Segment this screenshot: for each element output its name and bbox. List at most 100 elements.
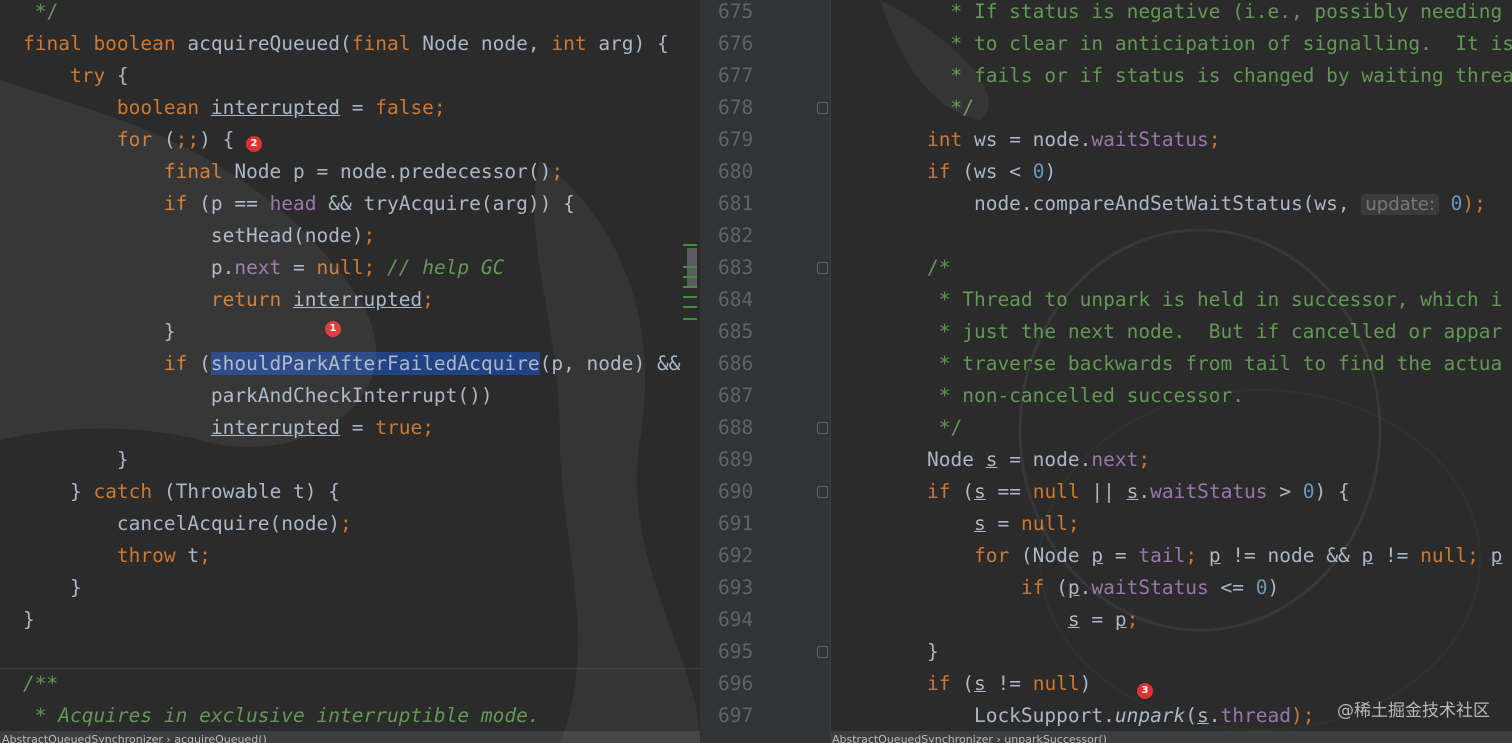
code-token: )	[1267, 576, 1280, 599]
left-scroll-change-marker	[683, 286, 697, 288]
code-token: * non-cancelled successor.	[927, 384, 1244, 407]
code-line[interactable]: * just the next node. But if cancelled o…	[927, 316, 1503, 348]
code-token: (p, node) &&	[539, 352, 681, 375]
code-line[interactable]: /**	[23, 668, 58, 700]
line-number: 676	[718, 32, 754, 55]
code-line[interactable]: cancelAcquire(node);	[23, 508, 352, 540]
right-breadcrumb[interactable]: AbstractQueuedSynchronizer › unparkSucce…	[830, 731, 1512, 743]
line-number: 685	[718, 320, 754, 343]
code-line[interactable]: parkAndCheckInterrupt())	[23, 380, 493, 412]
code-token: }	[23, 480, 94, 503]
code-line[interactable]: LockSupport.unpark(s.thread);	[927, 700, 1315, 732]
code-token: if	[23, 352, 200, 375]
code-token: (	[199, 352, 211, 375]
code-token: }	[23, 576, 82, 599]
code-token: waitStatus	[1091, 576, 1209, 599]
code-line[interactable]: }	[23, 572, 82, 604]
code-token: s	[1126, 480, 1139, 503]
gutter-separator	[830, 0, 831, 743]
code-token: node.compareAndSetWaitStatus(ws,	[927, 192, 1362, 215]
code-token: != node &&	[1220, 544, 1362, 567]
code-line[interactable]: */	[927, 92, 974, 124]
line-number: 677	[718, 64, 754, 87]
code-line[interactable]: if (ws < 0)	[927, 156, 1056, 188]
code-token: }	[23, 320, 176, 343]
code-line[interactable]: }	[23, 604, 35, 636]
code-token: =	[985, 512, 1021, 535]
left-editor-pane[interactable]: */ final boolean acquireQueued(final Node…	[0, 0, 700, 743]
line-number: 681	[718, 192, 754, 215]
code-line[interactable]: if (shouldParkAfterFailedAcquire(p, node…	[23, 348, 680, 380]
code-token: ;	[363, 256, 387, 279]
code-line[interactable]: node.compareAndSetWaitStatus(ws, update:…	[927, 188, 1486, 220]
code-line[interactable]: for (;;) {	[23, 124, 234, 156]
code-line[interactable]: if (s == null || s.waitStatus > 0) {	[927, 476, 1350, 508]
line-number: 692	[718, 544, 754, 567]
code-token: }	[23, 608, 35, 631]
code-line[interactable]: for (Node p = tail; p != node && p != nu…	[927, 540, 1502, 572]
code-line[interactable]: /*	[927, 252, 950, 284]
code-line[interactable]: try {	[23, 60, 129, 92]
code-line[interactable]: }	[23, 444, 129, 476]
code-token: =	[339, 416, 376, 439]
code-token: s	[973, 480, 986, 503]
code-line[interactable]: if (p == head && tryAcquire(arg)) {	[23, 188, 575, 220]
fold-marker-icon[interactable]	[817, 102, 828, 114]
code-line[interactable]: final Node p = node.predecessor();	[23, 156, 563, 188]
code-token: 0	[1302, 480, 1315, 503]
code-line[interactable]: * Acquires in exclusive interruptible mo…	[23, 700, 540, 732]
left-scrollbar-thumb[interactable]	[687, 248, 697, 288]
fold-marker-icon[interactable]	[817, 262, 828, 274]
line-number: 678	[718, 96, 754, 119]
code-token: head	[269, 192, 317, 215]
code-line[interactable]: * fails or if status is changed by waiti…	[927, 60, 1512, 92]
left-scroll-change-marker	[683, 244, 697, 246]
code-line[interactable]: * to clear in anticipation of signalling…	[927, 28, 1512, 60]
code-token: ;	[1126, 608, 1139, 631]
left-scroll-change-marker	[683, 318, 697, 320]
code-line[interactable]: * traverse backwards from tail to find t…	[927, 348, 1503, 380]
code-token: ;	[433, 96, 446, 119]
left-scroll-change-marker	[683, 296, 697, 298]
code-line[interactable]: * non-cancelled successor.	[927, 380, 1244, 412]
code-line[interactable]: * Thread to unpark is held in successor,…	[927, 284, 1503, 316]
code-line[interactable]: Node s = node.next;	[927, 444, 1150, 476]
code-line[interactable]: if (s != null)	[927, 668, 1091, 700]
code-line[interactable]: p.next = null; // help GC	[23, 252, 505, 284]
left-breadcrumb[interactable]: AbstractQueuedSynchronizer › acquireQueu…	[0, 731, 700, 743]
code-line[interactable]: */	[927, 412, 963, 444]
code-line[interactable]: }	[23, 316, 176, 348]
code-token: !=	[985, 672, 1033, 695]
code-token: final	[351, 32, 423, 55]
code-token: = node.	[997, 448, 1092, 471]
code-line[interactable]: boolean interrupted = false;	[23, 92, 446, 124]
code-line[interactable]: */	[23, 0, 59, 28]
code-line[interactable]: return interrupted;	[23, 284, 434, 316]
code-token: ;	[1208, 128, 1221, 151]
code-line[interactable]: final boolean acquireQueued(final Node n…	[23, 28, 669, 60]
code-line[interactable]: s = p;	[927, 604, 1138, 636]
code-line[interactable]: if (p.waitStatus <= 0)	[927, 572, 1279, 604]
line-number: 688	[718, 416, 754, 439]
code-line[interactable]: } catch (Throwable t) {	[23, 476, 340, 508]
code-line[interactable]: }	[927, 636, 939, 668]
right-editor-pane[interactable]: 675 676 677 678 679 680 681 682 683 684 685 686 687 6…	[700, 0, 1512, 743]
code-token: !=	[1373, 544, 1421, 567]
code-line[interactable]: throw t;	[23, 540, 211, 572]
code-token: */	[23, 0, 59, 23]
code-line[interactable]: * If status is negative (i.e., possibly …	[927, 0, 1502, 28]
code-token: null	[1032, 672, 1080, 695]
code-line[interactable]: s = null;	[927, 508, 1080, 540]
code-token: 0	[1438, 192, 1463, 215]
watermark-text: @稀土掘金技术社区	[1337, 701, 1490, 721]
fold-marker-icon[interactable]	[817, 422, 828, 434]
code-line[interactable]: interrupted = true;	[23, 412, 434, 444]
fold-marker-icon[interactable]	[817, 486, 828, 498]
code-line[interactable]: int ws = node.waitStatus;	[927, 124, 1221, 156]
code-line[interactable]: setHead(node);	[23, 220, 375, 252]
fold-marker-icon[interactable]	[817, 646, 828, 658]
code-token: */	[927, 96, 974, 119]
